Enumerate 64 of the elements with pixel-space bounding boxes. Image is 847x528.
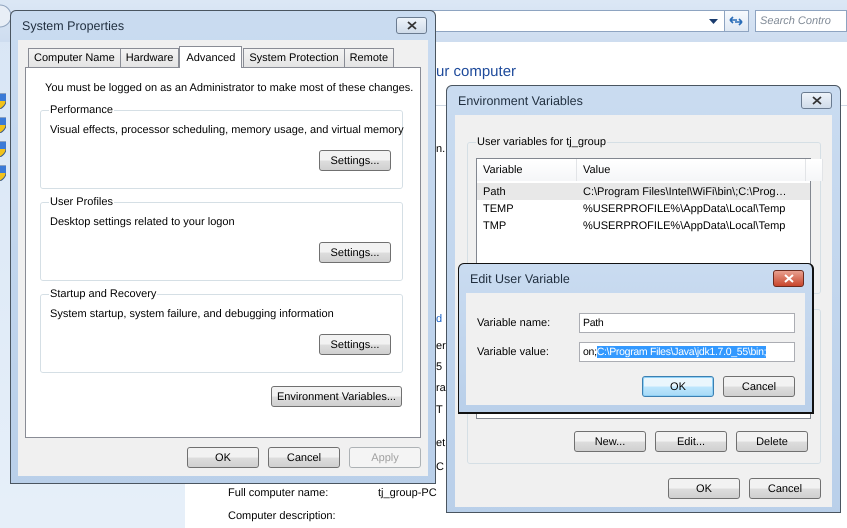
info-text: T xyxy=(436,404,443,416)
info-text: et xyxy=(436,437,446,449)
settings-button[interactable]: Settings... xyxy=(319,334,391,355)
close-icon xyxy=(406,21,418,30)
shield-icon xyxy=(0,141,6,157)
input-field[interactable]: Path xyxy=(579,313,795,333)
close-button[interactable] xyxy=(801,92,832,109)
tab[interactable]: System Protection xyxy=(243,48,345,67)
column-header[interactable]: Variable xyxy=(477,159,577,181)
dialog-button[interactable]: OK xyxy=(642,376,714,397)
dialog-button[interactable]: Cancel xyxy=(749,478,821,499)
shield-icon xyxy=(0,165,6,181)
group-description: System startup, system failure, and debugging information xyxy=(50,308,334,320)
list-row[interactable]: TMP %USERPROFILE%\AppData\Local\Temp xyxy=(477,217,810,234)
info-text: ra xyxy=(436,382,446,394)
field-label: Variable value: xyxy=(477,346,550,358)
group-title: User variables for tj_group xyxy=(476,135,608,149)
tab[interactable]: Remote xyxy=(344,48,394,67)
list-row[interactable]: Path C:\Program Files\Intel\WiFi\bin\;C:\Prog… xyxy=(477,183,810,200)
settings-button[interactable]: Settings... xyxy=(319,242,391,263)
list-row[interactable]: TEMP %USERPROFILE%\AppData\Local\Temp xyxy=(477,200,810,217)
group-description: Visual effects, processor scheduling, memory usage, and virtual memory xyxy=(50,124,404,136)
info-text: n. xyxy=(436,143,446,155)
list-action-button[interactable]: Edit... xyxy=(655,431,727,452)
window-title: System Properties xyxy=(22,18,124,32)
group-description: Desktop settings related to your logon xyxy=(50,216,235,228)
close-button[interactable] xyxy=(773,270,804,287)
dropdown-arrow-icon[interactable] xyxy=(708,18,718,24)
shield-icon xyxy=(0,93,6,109)
close-button[interactable] xyxy=(396,17,427,34)
dialog-button[interactable]: Cancel xyxy=(268,447,340,468)
input-field[interactable]: on;C:\Program Files\Java\jdk1.7.0_55\bin; xyxy=(579,342,795,362)
window-title: Edit User Variable xyxy=(470,272,570,286)
dialog-button[interactable]: OK xyxy=(668,478,740,499)
notice-text: You must be logged on as an Administrator to make most of these changes. xyxy=(45,82,414,94)
group-title: Startup and Recovery xyxy=(49,287,158,301)
info-text: 5 xyxy=(436,361,442,373)
info-label: Computer description: xyxy=(228,510,337,522)
back-button[interactable] xyxy=(0,4,12,28)
column-header[interactable]: Value xyxy=(577,159,806,181)
tab[interactable]: Advanced xyxy=(179,46,242,68)
tab[interactable]: Computer Name xyxy=(28,48,121,67)
environment-variables-button[interactable]: Environment Variables... xyxy=(270,386,402,407)
close-icon xyxy=(782,274,794,283)
dialog-button[interactable]: OK xyxy=(187,447,259,468)
page-heading: ur computer xyxy=(436,63,516,80)
info-label: Full computer name: xyxy=(228,486,330,498)
list-action-button[interactable]: New... xyxy=(574,431,646,452)
settings-button[interactable]: Settings... xyxy=(319,150,391,171)
refresh-icon xyxy=(729,14,744,28)
close-icon xyxy=(810,96,822,105)
link-text[interactable]: d xyxy=(436,313,442,325)
search-field[interactable]: Search Contro xyxy=(755,10,847,32)
window-title: Environment Variables xyxy=(458,94,583,108)
info-value: tj_group-PC xyxy=(378,486,437,498)
list-action-button[interactable]: Delete xyxy=(736,431,808,452)
info-text: er xyxy=(436,340,446,352)
field-label: Variable name: xyxy=(477,317,552,329)
refresh-button[interactable] xyxy=(724,10,749,32)
tab[interactable]: Hardware xyxy=(120,48,180,67)
address-field[interactable] xyxy=(430,10,725,32)
dialog-button[interactable]: Cancel xyxy=(723,376,795,397)
shield-icon xyxy=(0,117,6,133)
info-text: C xyxy=(436,461,444,473)
